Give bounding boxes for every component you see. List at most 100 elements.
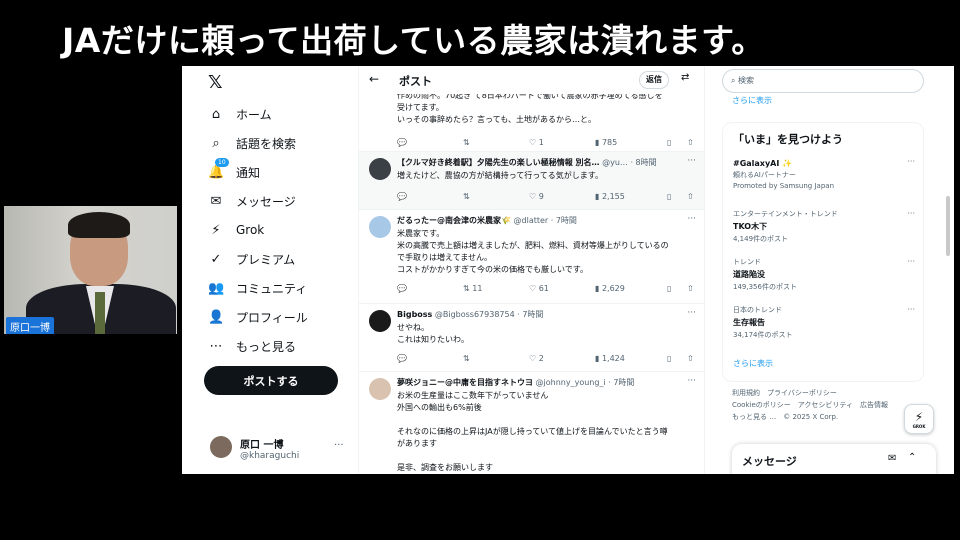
avatar bbox=[369, 378, 391, 400]
views-icon[interactable]: ▮ 785 bbox=[595, 138, 617, 147]
nav-item-notifications[interactable]: 🔔 10 通知 bbox=[208, 157, 261, 183]
more-dots-icon[interactable]: ··· bbox=[907, 157, 915, 166]
tweet-actions: 💬 ⇅ 11 ♡ 61 ▮ 2,629 ▯ ⇧ bbox=[397, 284, 697, 296]
reply-icon[interactable]: 💬 bbox=[397, 354, 407, 363]
nav-item-more[interactable]: ⋯ もっと見る bbox=[208, 335, 297, 357]
nav-item-label: プロフィール bbox=[236, 310, 308, 325]
more-dots-icon[interactable]: ··· bbox=[687, 376, 696, 386]
webcam-feed: 原口一博 bbox=[4, 206, 177, 334]
tweet-actions: 💬 ⇅ ♡ 2 ▮ 1,424 ▯ ⇧ bbox=[397, 354, 697, 366]
person-icon: 👤 bbox=[208, 309, 225, 325]
more-dots-icon[interactable]: ··· bbox=[687, 156, 696, 166]
nav-item-communities[interactable]: 👥 コミュニティ bbox=[208, 277, 307, 299]
reply-tweet[interactable]: 【クルマ好き終着駅】夕陽先生の楽しい極秘情報 別名… @yu… · 8時間 ··… bbox=[359, 152, 704, 210]
post-button[interactable]: ポストする bbox=[204, 366, 338, 395]
nav-item-messages[interactable]: ✉ メッセージ bbox=[208, 190, 296, 212]
nav-item-profile[interactable]: 👤 プロフィール bbox=[208, 306, 308, 328]
like-icon[interactable]: ♡ 2 bbox=[529, 354, 544, 363]
notification-badge: 10 bbox=[215, 157, 229, 167]
reply-tweet[interactable]: だるったー@南会津の米農家🌾 @dlatter · 7時間 ··· 米農家です。… bbox=[359, 210, 704, 304]
trend-item[interactable]: エンターテインメント・トレンド TKO木下 4,149件のポスト ··· bbox=[733, 209, 919, 244]
views-icon[interactable]: ▮ 2,155 bbox=[595, 192, 625, 201]
more-circle-icon: ⋯ bbox=[209, 338, 223, 354]
reply-tweet[interactable]: 夢咲ジョニー@中庸を目指すネトウヨ @johnny_young_i · 7時間 … bbox=[359, 372, 704, 474]
like-icon[interactable]: ♡ 9 bbox=[529, 192, 544, 201]
avatar bbox=[210, 436, 232, 458]
share-icon[interactable]: ⇧ bbox=[687, 354, 694, 363]
trends-panel: 「いま」を見つけよう #GalaxyAI ✨ 頼れるAIパートナー Promot… bbox=[722, 122, 924, 382]
retweet-icon[interactable]: ⇅ bbox=[463, 354, 470, 363]
chevron-up-icon[interactable]: ⌃ bbox=[908, 452, 916, 463]
share-icon[interactable]: ⇧ bbox=[687, 284, 694, 293]
x-logo-icon[interactable]: 𝕏 bbox=[208, 72, 223, 93]
more-dots-icon[interactable]: ··· bbox=[687, 214, 696, 224]
nav-item-explore[interactable]: ⌕ 話題を検索 bbox=[208, 132, 296, 154]
home-icon: ⌂ bbox=[211, 106, 221, 122]
grok-button[interactable]: ⚡ GROK bbox=[904, 404, 934, 434]
like-icon[interactable]: ♡ 1 bbox=[529, 138, 544, 147]
bookmark-icon[interactable]: ▯ bbox=[667, 138, 671, 147]
share-icon[interactable]: ⇧ bbox=[687, 138, 694, 147]
views-icon[interactable]: ▮ 2,629 bbox=[595, 284, 625, 293]
tweet-actions: 💬 ⇅ ♡ 1 ▮ 785 ▯ ⇧ bbox=[397, 138, 697, 150]
tweet-text: せやね。 これは知りたいわ。 bbox=[397, 323, 469, 344]
bookmark-icon[interactable]: ▯ bbox=[667, 192, 671, 201]
reply-icon[interactable]: 💬 bbox=[397, 192, 407, 201]
sliders-icon[interactable]: ⇄ bbox=[681, 72, 689, 83]
envelope-icon: ✉ bbox=[210, 193, 222, 209]
tweet-meta: Bigboss @Bigboss67938754 · 7時間 bbox=[397, 310, 544, 319]
trend-item[interactable]: トレンド 道路陥没 149,356件のポスト ··· bbox=[733, 257, 919, 292]
bookmark-icon[interactable]: ▯ bbox=[667, 284, 671, 293]
nav-item-label: 通知 bbox=[236, 165, 261, 180]
account-name: 原口 一博 bbox=[240, 440, 284, 451]
reply-tweet[interactable]: Bigboss @Bigboss67938754 · 7時間 ··· せやね。 … bbox=[359, 304, 704, 372]
post-thread: ← ポスト 返信 ⇄ 作めの雨不。70起き て8日本わパートで働いて農家の赤字埋… bbox=[358, 66, 705, 474]
bell-icon: 🔔 10 bbox=[208, 157, 229, 180]
reply-icon[interactable]: 💬 bbox=[397, 284, 407, 293]
nav-item-label: もっと見る bbox=[236, 339, 297, 354]
avatar bbox=[369, 216, 391, 238]
more-dots-icon[interactable]: ··· bbox=[907, 209, 915, 218]
nav-item-premium[interactable]: ✓ プレミアム bbox=[208, 248, 296, 270]
nav-item-home[interactable]: ⌂ ホーム bbox=[208, 103, 272, 125]
views-icon[interactable]: ▮ 1,424 bbox=[595, 354, 625, 363]
more-dots-icon[interactable]: ··· bbox=[334, 440, 344, 451]
reply-icon[interactable]: 💬 bbox=[397, 138, 407, 147]
tweet-text: 作めの雨不。70起き て8日本わパートで働いて農家の赤字埋めてる感じを 受けてま… bbox=[397, 91, 663, 124]
back-arrow-icon[interactable]: ← bbox=[369, 72, 379, 86]
left-nav: 𝕏 ⌂ ホーム ⌕ 話題を検索 🔔 10 通知 ✉ メッセージ ⚡ Grok ✓… bbox=[182, 66, 358, 474]
tweet-text: 米農家です。 米の高騰で売上額は増えましたが、肥料、燃料、資材等爆上がりしている… bbox=[397, 229, 669, 274]
more-dots-icon[interactable]: ··· bbox=[907, 305, 915, 314]
messages-drawer[interactable]: メッセージ ✉ ⌃ bbox=[732, 444, 936, 474]
trend-item[interactable]: #GalaxyAI ✨ 頼れるAIパートナー Promoted by Samsu… bbox=[733, 157, 919, 190]
retweet-icon[interactable]: ⇅ bbox=[463, 192, 470, 201]
more-dots-icon[interactable]: ··· bbox=[907, 257, 915, 266]
more-dots-icon[interactable]: ··· bbox=[687, 308, 696, 318]
page-scrollbar[interactable] bbox=[946, 196, 950, 256]
share-icon[interactable]: ⇧ bbox=[687, 192, 694, 201]
account-switcher[interactable]: 原口 一博 @kharaguchi ··· bbox=[210, 434, 350, 464]
speaker-hair bbox=[68, 212, 130, 238]
retweet-icon[interactable]: ⇅ bbox=[463, 138, 470, 147]
avatar bbox=[369, 158, 391, 180]
like-icon[interactable]: ♡ 61 bbox=[529, 284, 549, 293]
nav-item-label: メッセージ bbox=[236, 194, 296, 209]
messages-title: メッセージ bbox=[742, 455, 797, 468]
retweet-icon[interactable]: ⇅ 11 bbox=[463, 284, 482, 293]
stream-frame: { "headline": "JAだけに頼って出荷している農家は潰れます。", … bbox=[0, 0, 960, 540]
nav-item-label: プレミアム bbox=[236, 252, 296, 267]
search-input[interactable]: ⌕ 検索 bbox=[722, 69, 924, 93]
nav-item-grok[interactable]: ⚡ Grok bbox=[208, 219, 264, 241]
tweet-actions: 💬 ⇅ ♡ 9 ▮ 2,155 ▯ ⇧ bbox=[397, 192, 697, 204]
right-sidebar: ⌕ 検索 さらに表示 「いま」を見つけよう #GalaxyAI ✨ 頼れるAIパ… bbox=[722, 66, 954, 474]
show-more-link[interactable]: さらに表示 bbox=[733, 358, 773, 369]
show-more-link[interactable]: さらに表示 bbox=[732, 95, 772, 106]
thread-header: ← ポスト 返信 ⇄ bbox=[359, 66, 704, 94]
bookmark-icon[interactable]: ▯ bbox=[667, 354, 671, 363]
shared-browser-screen: 𝕏 ⌂ ホーム ⌕ 話題を検索 🔔 10 通知 ✉ メッセージ ⚡ Grok ✓… bbox=[182, 66, 954, 474]
tweet-meta: 【クルマ好き終着駅】夕陽先生の楽しい極秘情報 別名… @yu… · 8時間 bbox=[397, 158, 657, 167]
reply-button[interactable]: 返信 bbox=[639, 71, 669, 89]
search-icon: ⌕ bbox=[212, 135, 220, 151]
trend-item[interactable]: 日本のトレンド 生存報告 34,174件のポスト ··· bbox=[733, 305, 919, 340]
compose-message-icon[interactable]: ✉ bbox=[888, 453, 896, 464]
